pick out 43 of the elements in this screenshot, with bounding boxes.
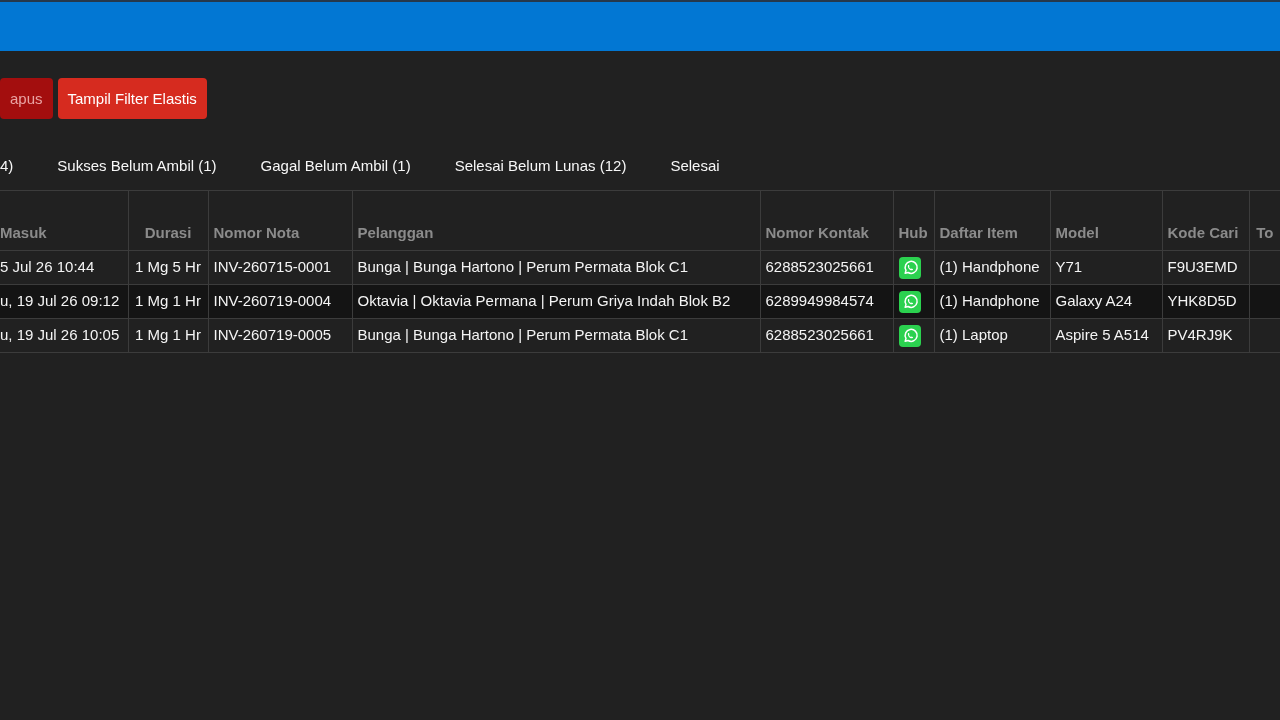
- table-cell: u, 19 Jul 26 10:05: [0, 326, 120, 344]
- table-cell: 1 Mg 5 Hr: [135, 258, 201, 276]
- table-cell: Bunga | Bunga Hartono | Perum Permata Blok C1: [357, 258, 688, 276]
- table-cell: Bunga | Bunga Hartono | Perum Permata Blok C1: [357, 326, 688, 344]
- column-header: Nomor Kontak: [760, 190, 893, 251]
- table-cell: 6288523025661: [765, 326, 874, 344]
- table-cell: (1) Handphone: [939, 292, 1040, 310]
- status-tab[interactable]: 4): [0, 145, 36, 190]
- column-header: Pelanggan: [352, 190, 760, 251]
- table-cell: 5 Jul 26 10:44: [0, 258, 95, 276]
- table-cell: u, 19 Jul 26 09:12: [0, 292, 120, 310]
- table-cell: Galaxy A24: [1055, 292, 1133, 310]
- table-cell: INV-260719-0005: [213, 326, 332, 344]
- table-cell: INV-260719-0004: [213, 292, 332, 310]
- status-tab[interactable]: Sukses Belum Ambil (1): [35, 145, 239, 190]
- filter-button[interactable]: Tampil Filter Elastis: [57, 78, 207, 119]
- chat-phone-icon[interactable]: [898, 290, 921, 313]
- column-header: Kode Cari: [1162, 190, 1249, 251]
- table-cell: Y71: [1055, 258, 1083, 276]
- column-header: Nomor Nota: [208, 190, 352, 251]
- table-cell: 1 Mg 1 Hr: [135, 292, 201, 310]
- column-header: Daftar Item: [934, 190, 1050, 251]
- column-header: Masuk: [0, 190, 128, 251]
- table-cell: Aspire 5 A514: [1055, 326, 1149, 344]
- table-cell: Oktavia | Oktavia Permana | Perum Griya Indah Blok B2: [357, 292, 731, 310]
- status-tab[interactable]: Gagal Belum Ambil (1): [238, 145, 433, 190]
- column-header: To: [1249, 190, 1280, 251]
- chat-phone-icon[interactable]: [898, 256, 921, 279]
- column-header: Hub: [893, 190, 934, 251]
- status-tab[interactable]: Selesai Belum Lunas (12): [432, 145, 649, 190]
- table-cell: 6289949984574: [765, 292, 874, 310]
- table-cell: (1) Handphone: [939, 258, 1040, 276]
- chat-phone-icon[interactable]: [898, 324, 921, 347]
- table-cell: PV4RJ9K: [1167, 326, 1233, 344]
- table-cell: 6288523025661: [765, 258, 874, 276]
- table-cell: (1) Laptop: [939, 326, 1008, 344]
- status-tab[interactable]: Selesai: [648, 145, 742, 190]
- column-header: Durasi: [128, 190, 208, 251]
- column-header: Model: [1050, 190, 1162, 251]
- table-cell: INV-260715-0001: [213, 258, 332, 276]
- table-cell: F9U3EMD: [1167, 258, 1238, 276]
- table-cell: YHK8D5D: [1167, 292, 1237, 310]
- table-cell: 1 Mg 1 Hr: [135, 326, 201, 344]
